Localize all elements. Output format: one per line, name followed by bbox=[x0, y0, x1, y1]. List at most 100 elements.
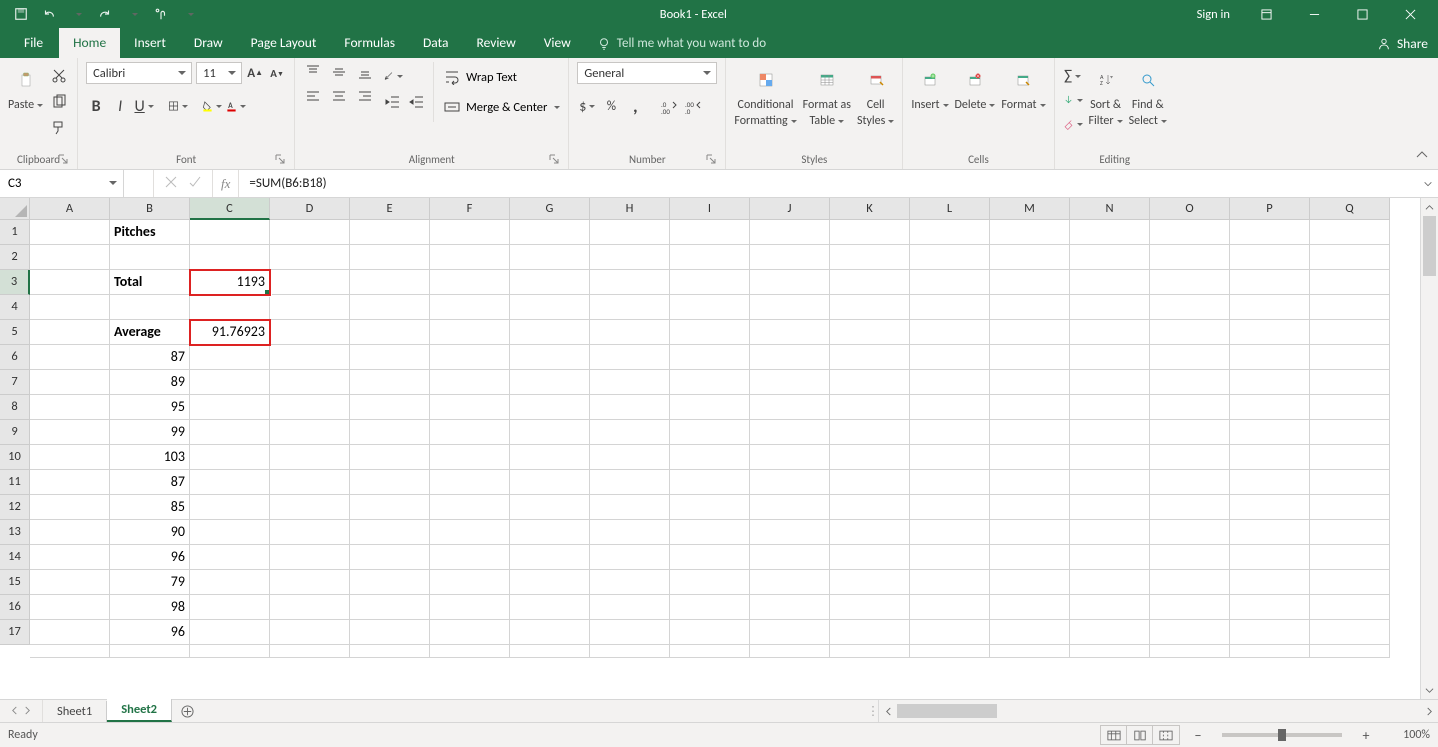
cell[interactable] bbox=[1230, 620, 1310, 645]
cell[interactable]: 79 bbox=[110, 570, 190, 595]
tab-page-layout[interactable]: Page Layout bbox=[237, 28, 331, 58]
cell[interactable] bbox=[270, 370, 350, 395]
cell[interactable] bbox=[1310, 570, 1390, 595]
cell[interactable] bbox=[30, 320, 110, 345]
page-break-view-icon[interactable] bbox=[1153, 726, 1179, 744]
cell[interactable] bbox=[1230, 645, 1310, 658]
cell[interactable] bbox=[1150, 570, 1230, 595]
fill-color-icon[interactable] bbox=[202, 96, 222, 116]
cell[interactable] bbox=[670, 245, 750, 270]
cell[interactable] bbox=[1070, 295, 1150, 320]
cell[interactable] bbox=[590, 445, 670, 470]
cell[interactable] bbox=[190, 545, 270, 570]
row-header[interactable]: 1 bbox=[0, 220, 30, 245]
cell[interactable] bbox=[1150, 420, 1230, 445]
cell[interactable] bbox=[750, 320, 830, 345]
cell[interactable] bbox=[590, 570, 670, 595]
cell[interactable] bbox=[670, 570, 750, 595]
cell[interactable] bbox=[510, 520, 590, 545]
cell[interactable] bbox=[430, 420, 510, 445]
cell[interactable] bbox=[670, 595, 750, 620]
cell[interactable] bbox=[670, 470, 750, 495]
cell[interactable]: 103 bbox=[110, 445, 190, 470]
cell[interactable] bbox=[190, 495, 270, 520]
number-dialog-launcher-icon[interactable] bbox=[705, 154, 717, 166]
conditional-formatting-button[interactable]: Conditional Formatting bbox=[734, 62, 796, 128]
cell[interactable] bbox=[910, 620, 990, 645]
redo-icon[interactable] bbox=[94, 3, 116, 25]
cell[interactable] bbox=[1150, 320, 1230, 345]
cell[interactable] bbox=[350, 520, 430, 545]
cell[interactable]: 90 bbox=[110, 520, 190, 545]
cell[interactable] bbox=[510, 420, 590, 445]
font-dialog-launcher-icon[interactable] bbox=[274, 154, 286, 166]
cell[interactable] bbox=[430, 370, 510, 395]
cell[interactable] bbox=[190, 345, 270, 370]
cell[interactable] bbox=[830, 520, 910, 545]
new-sheet-button[interactable] bbox=[172, 700, 202, 722]
cell[interactable] bbox=[590, 470, 670, 495]
cell[interactable] bbox=[1310, 320, 1390, 345]
cell[interactable] bbox=[990, 245, 1070, 270]
cell[interactable] bbox=[1150, 245, 1230, 270]
underline-icon[interactable]: U bbox=[134, 96, 154, 116]
cell[interactable] bbox=[510, 595, 590, 620]
name-box[interactable]: C3 bbox=[0, 170, 124, 197]
cell[interactable] bbox=[750, 545, 830, 570]
cell[interactable] bbox=[1070, 395, 1150, 420]
cell[interactable] bbox=[990, 320, 1070, 345]
cell[interactable] bbox=[990, 595, 1070, 620]
column-headers[interactable]: ABCDEFGHIJKLMNOPQ bbox=[30, 198, 1390, 220]
row-header[interactable]: 6 bbox=[0, 345, 30, 370]
cell[interactable] bbox=[910, 445, 990, 470]
cell[interactable] bbox=[1230, 520, 1310, 545]
cell[interactable] bbox=[670, 395, 750, 420]
cell[interactable] bbox=[30, 470, 110, 495]
cell[interactable] bbox=[350, 420, 430, 445]
cell[interactable] bbox=[910, 270, 990, 295]
cell[interactable] bbox=[910, 420, 990, 445]
cell[interactable] bbox=[30, 495, 110, 520]
enter-formula-icon[interactable] bbox=[188, 175, 202, 193]
cell[interactable] bbox=[830, 395, 910, 420]
column-header[interactable]: G bbox=[510, 198, 590, 220]
cell[interactable] bbox=[830, 445, 910, 470]
cell-styles-button[interactable]: Cell Styles bbox=[857, 62, 894, 128]
cell[interactable] bbox=[750, 520, 830, 545]
cell[interactable] bbox=[350, 370, 430, 395]
cell[interactable] bbox=[910, 245, 990, 270]
cell[interactable] bbox=[1150, 520, 1230, 545]
cell[interactable] bbox=[510, 345, 590, 370]
scroll-right-icon[interactable] bbox=[1420, 702, 1438, 720]
cell[interactable] bbox=[590, 595, 670, 620]
cell[interactable] bbox=[1150, 295, 1230, 320]
maximize-icon[interactable] bbox=[1340, 0, 1384, 28]
cell[interactable] bbox=[590, 220, 670, 245]
cell[interactable] bbox=[1070, 345, 1150, 370]
cell[interactable] bbox=[1230, 295, 1310, 320]
cell[interactable] bbox=[1150, 445, 1230, 470]
cell[interactable]: Average bbox=[110, 320, 190, 345]
column-header[interactable]: E bbox=[350, 198, 430, 220]
scroll-left-icon[interactable] bbox=[879, 702, 897, 720]
cell[interactable] bbox=[510, 620, 590, 645]
cell[interactable] bbox=[990, 470, 1070, 495]
cell[interactable] bbox=[510, 370, 590, 395]
cell[interactable] bbox=[1150, 595, 1230, 620]
cell[interactable] bbox=[510, 270, 590, 295]
cell[interactable]: 85 bbox=[110, 495, 190, 520]
row-header[interactable]: 7 bbox=[0, 370, 30, 395]
cell[interactable] bbox=[1070, 320, 1150, 345]
cell[interactable] bbox=[350, 620, 430, 645]
cell[interactable] bbox=[30, 645, 110, 658]
format-painter-icon[interactable] bbox=[49, 118, 69, 138]
decrease-font-icon[interactable]: A▼ bbox=[268, 62, 286, 84]
cell[interactable] bbox=[750, 645, 830, 658]
cell[interactable] bbox=[1310, 645, 1390, 658]
cell[interactable] bbox=[670, 645, 750, 658]
tab-formulas[interactable]: Formulas bbox=[330, 28, 409, 58]
zoom-slider[interactable] bbox=[1222, 733, 1342, 737]
percent-format-icon[interactable]: % bbox=[601, 96, 621, 116]
cell[interactable] bbox=[1070, 620, 1150, 645]
format-cells-button[interactable]: Format bbox=[1001, 62, 1045, 112]
